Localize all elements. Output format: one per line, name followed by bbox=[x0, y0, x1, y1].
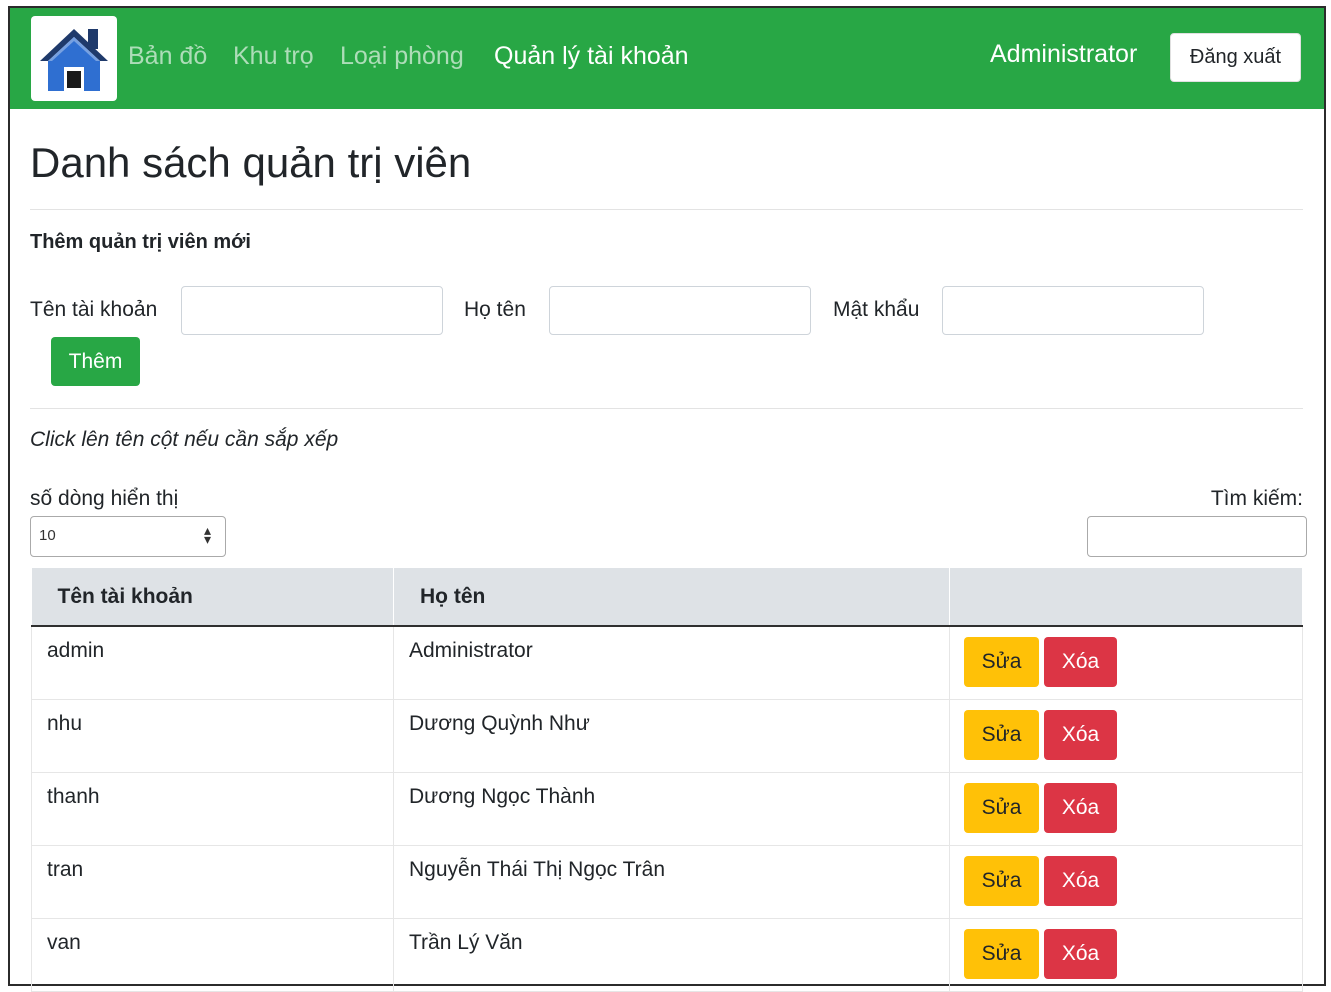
divider bbox=[30, 209, 1303, 210]
admin-table: Tên tài khoản Họ tên admin Administrator… bbox=[31, 568, 1303, 992]
nav-link-room-types[interactable]: Loại phòng bbox=[340, 41, 464, 71]
table-row: tran Nguyễn Thái Thị Ngọc Trân Sửa Xóa bbox=[31, 845, 1303, 919]
house-icon bbox=[40, 28, 108, 91]
rows-per-page-value: 10 bbox=[39, 527, 56, 544]
current-user-name: Administrator bbox=[990, 40, 1138, 68]
navbar: Bản đồ Khu trọ Loại phòng Quản lý tài kh… bbox=[10, 8, 1324, 109]
cell-fullname: Dương Quỳnh Như bbox=[393, 699, 950, 773]
logout-button[interactable]: Đăng xuất bbox=[1170, 33, 1301, 82]
cell-actions: Sửa Xóa bbox=[949, 699, 1303, 773]
delete-button[interactable]: Xóa bbox=[1044, 637, 1117, 687]
delete-button[interactable]: Xóa bbox=[1044, 855, 1117, 906]
fullname-input[interactable] bbox=[549, 286, 811, 335]
fullname-label: Họ tên bbox=[464, 298, 526, 321]
edit-button[interactable]: Sửa bbox=[964, 855, 1039, 906]
table-row: thanh Dương Ngọc Thành Sửa Xóa bbox=[31, 772, 1303, 846]
nav-link-account-management[interactable]: Quản lý tài khoản bbox=[494, 41, 689, 71]
password-input[interactable] bbox=[942, 286, 1204, 335]
table-header-row: Tên tài khoản Họ tên bbox=[31, 568, 1303, 627]
add-button[interactable]: Thêm bbox=[51, 337, 140, 386]
rows-per-page-label: số dòng hiển thị bbox=[30, 487, 179, 510]
password-label: Mật khẩu bbox=[833, 298, 920, 321]
username-input[interactable] bbox=[181, 286, 443, 335]
cell-username: van bbox=[31, 918, 394, 992]
sort-arrows-icon: ▴ ▾ bbox=[203, 522, 211, 547]
cell-username: admin bbox=[31, 626, 394, 700]
search-label: Tìm kiếm: bbox=[1210, 487, 1303, 510]
cell-fullname: Trần Lý Văn bbox=[393, 918, 950, 992]
rows-per-page-select[interactable]: 10 ▴ ▾ bbox=[30, 516, 226, 557]
username-label: Tên tài khoản bbox=[30, 298, 158, 321]
table-row: admin Administrator Sửa Xóa bbox=[31, 626, 1303, 700]
cell-username: tran bbox=[31, 845, 394, 919]
cell-actions: Sửa Xóa bbox=[949, 772, 1303, 846]
cell-fullname: Dương Ngọc Thành bbox=[393, 772, 950, 846]
search-input[interactable] bbox=[1087, 516, 1307, 557]
column-header-fullname[interactable]: Họ tên bbox=[393, 568, 950, 627]
cell-fullname: Nguyễn Thái Thị Ngọc Trân bbox=[393, 845, 950, 919]
edit-button[interactable]: Sửa bbox=[964, 928, 1039, 979]
add-admin-title: Thêm quản trị viên mới bbox=[30, 231, 251, 253]
cell-actions: Sửa Xóa bbox=[949, 626, 1303, 700]
page-title: Danh sách quản trị viên bbox=[30, 139, 472, 186]
column-header-actions bbox=[949, 568, 1303, 627]
cell-username: nhu bbox=[31, 699, 394, 773]
delete-button[interactable]: Xóa bbox=[1044, 709, 1117, 760]
table-row: van Trần Lý Văn Sửa Xóa bbox=[31, 918, 1303, 992]
cell-username: thanh bbox=[31, 772, 394, 846]
column-header-username[interactable]: Tên tài khoản bbox=[31, 568, 394, 627]
cell-actions: Sửa Xóa bbox=[949, 918, 1303, 992]
nav-link-map[interactable]: Bản đồ bbox=[128, 41, 207, 71]
cell-actions: Sửa Xóa bbox=[949, 845, 1303, 919]
edit-button[interactable]: Sửa bbox=[964, 637, 1039, 687]
cell-fullname: Administrator bbox=[393, 626, 950, 700]
table-row: nhu Dương Quỳnh Như Sửa Xóa bbox=[31, 699, 1303, 773]
delete-button[interactable]: Xóa bbox=[1044, 928, 1117, 979]
sort-hint: Click lên tên cột nếu cần sắp xếp bbox=[30, 428, 339, 451]
divider bbox=[30, 408, 1303, 409]
logo[interactable] bbox=[31, 16, 117, 101]
edit-button[interactable]: Sửa bbox=[964, 782, 1039, 833]
nav-link-boarding-areas[interactable]: Khu trọ bbox=[233, 41, 314, 71]
delete-button[interactable]: Xóa bbox=[1044, 782, 1117, 833]
edit-button[interactable]: Sửa bbox=[964, 709, 1039, 760]
